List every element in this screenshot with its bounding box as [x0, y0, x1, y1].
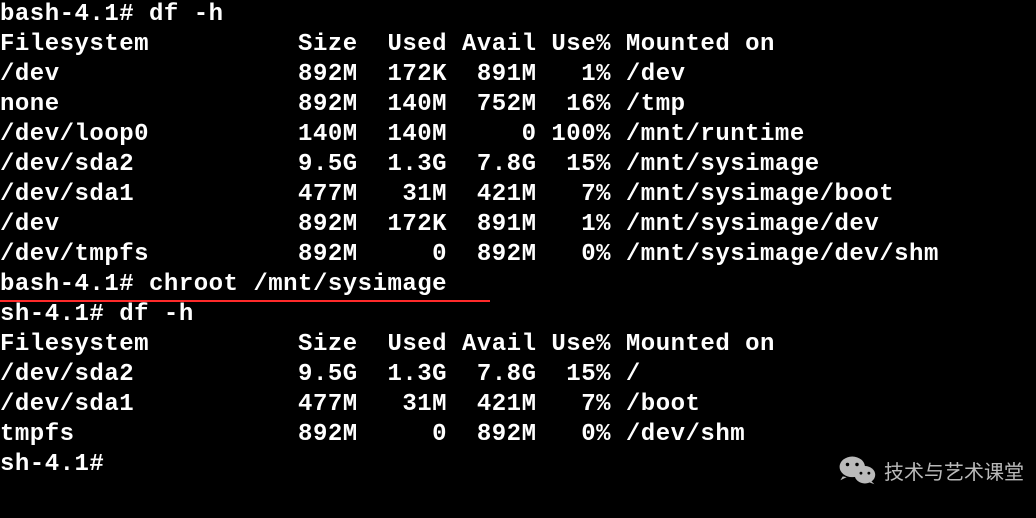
output-line: /dev/loop0 140M 140M 0 100% /mnt/runtime — [0, 120, 1036, 150]
prompt-line: bash-4.1# chroot /mnt/sysimage — [0, 270, 1036, 300]
watermark: 技术与艺术课堂 — [838, 454, 1024, 486]
output-line: /dev 892M 172K 891M 1% /dev — [0, 60, 1036, 90]
output-line: tmpfs 892M 0 892M 0% /dev/shm — [0, 420, 1036, 450]
output-line: /dev 892M 172K 891M 1% /mnt/sysimage/dev — [0, 210, 1036, 240]
output-line: /dev/sda2 9.5G 1.3G 7.8G 15% /mnt/sysima… — [0, 150, 1036, 180]
shell-prompt: bash-4.1# — [0, 1, 149, 28]
prompt-line: bash-4.1# df -h — [0, 0, 1036, 30]
output-line: Filesystem Size Used Avail Use% Mounted … — [0, 30, 1036, 60]
shell-command: df -h — [119, 301, 194, 328]
prompt-line: sh-4.1# df -h — [0, 300, 1036, 330]
output-line: Filesystem Size Used Avail Use% Mounted … — [0, 330, 1036, 360]
output-line: none 892M 140M 752M 16% /tmp — [0, 90, 1036, 120]
shell-prompt: sh-4.1# — [0, 451, 119, 478]
watermark-text: 技术与艺术课堂 — [884, 456, 1024, 485]
shell-prompt: bash-4.1# — [0, 271, 149, 298]
output-line: /dev/tmpfs 892M 0 892M 0% /mnt/sysimage/… — [0, 240, 1036, 270]
shell-prompt: sh-4.1# — [0, 301, 119, 328]
shell-command: chroot /mnt/sysimage — [149, 271, 447, 298]
wechat-icon — [838, 454, 876, 486]
output-line: /dev/sda2 9.5G 1.3G 7.8G 15% / — [0, 360, 1036, 390]
terminal-output[interactable]: bash-4.1# df -hFilesystem Size Used Avai… — [0, 0, 1036, 480]
shell-command: df -h — [149, 1, 224, 28]
output-line: /dev/sda1 477M 31M 421M 7% /boot — [0, 390, 1036, 420]
output-line: /dev/sda1 477M 31M 421M 7% /mnt/sysimage… — [0, 180, 1036, 210]
